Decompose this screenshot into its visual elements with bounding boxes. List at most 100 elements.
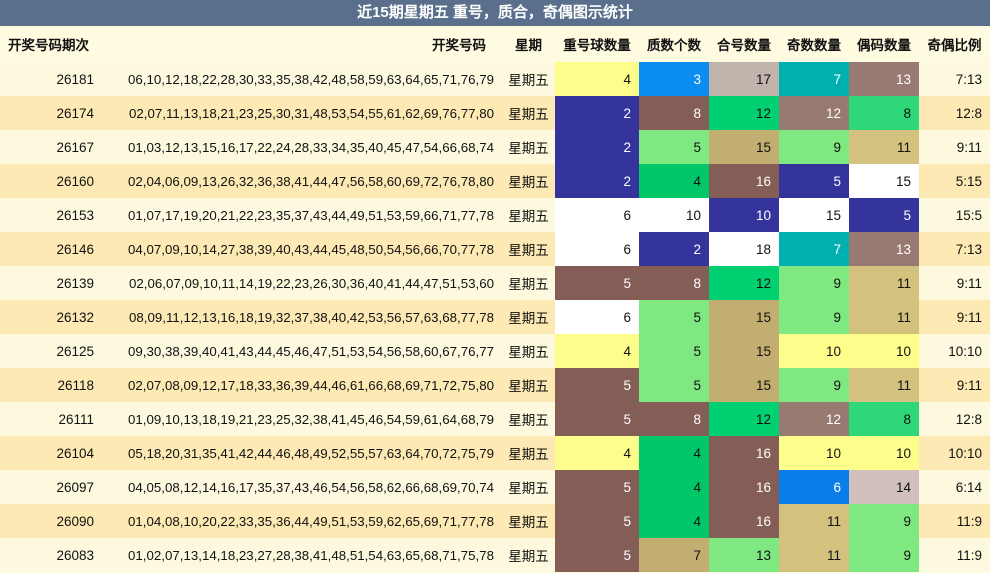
table-row[interactable]: 26118 02,07,08,09,12,17,18,33,36,39,44,46… [0,368,990,402]
issue-cell: 26160 [56,173,94,189]
even-count-cell: 13 [849,62,919,96]
even-count-cell: 14 [849,470,919,504]
table-row[interactable]: 26111 01,09,10,13,18,19,21,23,25,32,38,41… [0,402,990,436]
header-issue[interactable]: 开奖号码期次 [0,26,104,62]
table-row[interactable]: 26181 06,10,12,18,22,28,30,33,35,38,42,48… [0,62,990,96]
table-row[interactable]: 26104 05,18,20,31,35,41,42,44,46,48,49,52… [0,436,990,470]
odd-count-cell: 15 [779,198,849,232]
header-ratio[interactable]: 奇偶比例 [919,26,990,62]
composite-count-cell: 13 [709,538,779,572]
prime-count-cell: 4 [639,164,709,198]
even-count-cell: 5 [849,198,919,232]
composite-count-cell: 10 [709,198,779,232]
issue-cell: 26132 [56,309,94,325]
prime-count-cell: 5 [639,334,709,368]
odd-count-cell: 9 [779,300,849,334]
composite-count-cell: 12 [709,96,779,130]
numbers-cell: 02,06,07,09,10,11,14,19,22,23,26,30,36,4… [128,275,494,291]
repeat-count-cell: 6 [555,232,639,266]
table-row[interactable]: 26174 02,07,11,13,18,21,23,25,30,31,48,53… [0,96,990,130]
odd-count-cell: 5 [779,164,849,198]
table-row[interactable]: 26167 01,03,12,13,15,16,17,22,24,28,33,34… [0,130,990,164]
prime-count-cell: 3 [639,62,709,96]
repeat-count-cell: 5 [555,402,639,436]
composite-count-cell: 16 [709,470,779,504]
even-count-cell: 9 [849,538,919,572]
numbers-cell: 01,09,10,13,18,19,21,23,25,32,38,41,45,4… [128,411,494,427]
even-count-cell: 9 [849,504,919,538]
header-composite[interactable]: 合号数量 [709,26,779,62]
odd-even-ratio-cell: 11:9 [956,547,982,563]
odd-even-ratio-cell: 12:8 [955,105,982,121]
page-title: 近15期星期五 重号，质合，奇偶图示统计 [0,0,990,26]
numbers-cell: 02,07,11,13,18,21,23,25,30,31,48,53,54,5… [128,105,494,121]
repeat-count-cell: 2 [555,164,639,198]
numbers-cell: 01,02,07,13,14,18,23,27,28,38,41,48,51,5… [128,547,494,563]
numbers-cell: 01,07,17,19,20,21,22,23,35,37,43,44,49,5… [128,207,494,223]
issue-cell: 26118 [57,377,94,393]
issue-cell: 26097 [56,479,94,495]
table-row[interactable]: 26139 02,06,07,09,10,11,14,19,22,23,26,30… [0,266,990,300]
odd-even-ratio-cell: 5:15 [955,173,982,189]
header-numbers[interactable]: 开奖号码 [104,26,502,62]
repeat-count-cell: 5 [555,470,639,504]
header-odd[interactable]: 奇数数量 [779,26,849,62]
weekday-cell: 星期五 [508,379,549,394]
prime-count-cell: 2 [639,232,709,266]
weekday-cell: 星期五 [508,175,549,190]
weekday-cell: 星期五 [508,277,549,292]
composite-count-cell: 17 [709,62,779,96]
odd-even-ratio-cell: 10:10 [948,343,982,359]
composite-count-cell: 12 [709,402,779,436]
prime-count-cell: 8 [639,96,709,130]
weekday-cell: 星期五 [508,141,549,156]
issue-cell: 26146 [56,241,94,257]
repeat-count-cell: 6 [555,198,639,232]
composite-count-cell: 15 [709,130,779,164]
issue-cell: 26104 [56,445,94,461]
even-count-cell: 11 [849,130,919,164]
prime-count-cell: 8 [639,402,709,436]
repeat-count-cell: 4 [555,62,639,96]
table-row[interactable]: 26125 09,30,38,39,40,41,43,44,45,46,47,51… [0,334,990,368]
odd-even-ratio-cell: 6:14 [955,479,982,495]
table-row[interactable]: 26132 08,09,11,12,13,16,18,19,32,37,38,40… [0,300,990,334]
header-prime[interactable]: 质数个数 [639,26,709,62]
issue-cell: 26174 [56,105,94,121]
weekday-cell: 星期五 [508,481,549,496]
numbers-cell: 09,30,38,39,40,41,43,44,45,46,47,51,53,5… [128,343,494,359]
even-count-cell: 11 [849,368,919,402]
odd-count-cell: 9 [779,130,849,164]
odd-count-cell: 10 [779,334,849,368]
issue-cell: 26083 [56,547,94,563]
repeat-count-cell: 4 [555,436,639,470]
table-row[interactable]: 26160 02,04,06,09,13,26,32,36,38,41,44,47… [0,164,990,198]
numbers-cell: 06,10,12,18,22,28,30,33,35,38,42,48,58,5… [128,71,494,87]
weekday-cell: 星期五 [508,107,549,122]
table-row[interactable]: 26146 04,07,09,10,14,27,38,39,40,43,44,45… [0,232,990,266]
header-repeat[interactable]: 重号球数量 [555,26,639,62]
numbers-cell: 08,09,11,12,13,16,18,19,32,37,38,40,42,5… [128,309,494,325]
weekday-cell: 星期五 [508,243,549,258]
even-count-cell: 15 [849,164,919,198]
weekday-cell: 星期五 [508,73,549,88]
weekday-cell: 星期五 [508,209,549,224]
composite-count-cell: 15 [709,368,779,402]
odd-count-cell: 7 [779,62,849,96]
header-weekday[interactable]: 星期 [502,26,555,62]
odd-count-cell: 11 [779,504,849,538]
prime-count-cell: 5 [639,130,709,164]
weekday-cell: 星期五 [508,311,549,326]
odd-even-ratio-cell: 9:11 [956,139,982,155]
table-row[interactable]: 26153 01,07,17,19,20,21,22,23,35,37,43,44… [0,198,990,232]
stats-table: 开奖号码期次 开奖号码 星期 重号球数量 质数个数 合号数量 奇数数量 偶码数量… [0,26,990,572]
issue-cell: 26090 [56,513,94,529]
table-row[interactable]: 26083 01,02,07,13,14,18,23,27,28,38,41,48… [0,538,990,572]
odd-count-cell: 9 [779,368,849,402]
table-row[interactable]: 26090 01,04,08,10,20,22,33,35,36,44,49,51… [0,504,990,538]
repeat-count-cell: 5 [555,368,639,402]
issue-cell: 26139 [56,275,94,291]
prime-count-cell: 8 [639,266,709,300]
table-row[interactable]: 26097 04,05,08,12,14,16,17,35,37,43,46,54… [0,470,990,504]
header-even[interactable]: 偶码数量 [849,26,919,62]
